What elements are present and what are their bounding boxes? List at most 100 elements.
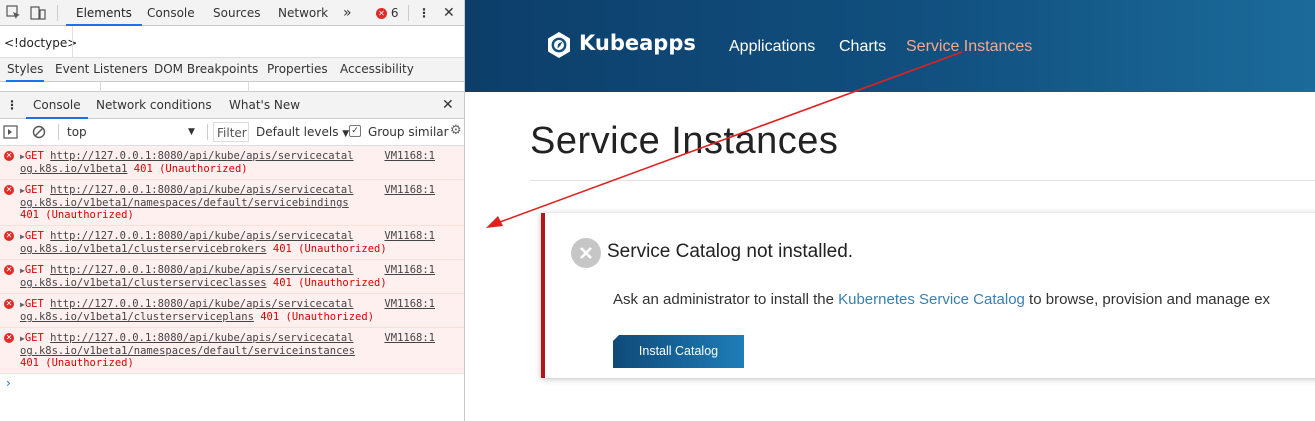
request-url[interactable]: http://127.0.0.1:8080/api/kube/apis/serv… <box>50 230 353 242</box>
elements-subtabs: Styles Event Listeners DOM Breakpoints P… <box>0 58 464 82</box>
tab-console[interactable]: Console <box>147 0 195 26</box>
tab-elements[interactable]: Elements <box>66 0 142 26</box>
alert-message: Ask an administrator to install the Kube… <box>613 291 1270 308</box>
tab-network[interactable]: Network <box>278 0 328 26</box>
screenshot-root: Elements Console Sources Network » ✕ 6 ⋮… <box>0 0 1315 421</box>
console-error-row[interactable]: ✕ ▶GET http://127.0.0.1:8080/api/kube/api… <box>0 180 464 226</box>
service-catalog-link[interactable]: Kubernetes Service Catalog <box>838 291 1025 308</box>
source-location-link[interactable]: VM1168:1 <box>384 264 435 276</box>
response-status: 401 (Unauthorized) <box>20 209 134 221</box>
toolbar-separator <box>207 124 208 140</box>
request-url-cont[interactable]: og.k8s.io/v1beta1/namespaces/default/ser… <box>20 345 355 357</box>
brand-name[interactable]: Kubeapps <box>579 31 696 55</box>
console-prompt[interactable]: › <box>6 376 11 390</box>
console-error-row[interactable]: ✕ ▶GET http://127.0.0.1:8080/api/kube/api… <box>0 226 464 260</box>
clear-console-icon[interactable] <box>32 125 46 139</box>
subtab-styles[interactable]: Styles <box>6 58 45 82</box>
request-method: GET <box>24 184 44 196</box>
console-toolbar: top ▼ Filter Default levels ▼ ✓ Group si… <box>0 119 464 146</box>
drawer-tab-console[interactable]: Console <box>26 92 88 119</box>
error-circle-icon <box>571 238 601 268</box>
request-url[interactable]: http://127.0.0.1:8080/api/kube/apis/serv… <box>50 332 353 344</box>
request-method: GET <box>24 230 44 242</box>
error-x-icon: ✕ <box>4 265 14 275</box>
subtab-event-listeners[interactable]: Event Listeners <box>55 58 148 82</box>
top-navbar: Kubeapps Applications Charts Service Ins… <box>465 0 1315 92</box>
kubeapps-logo-icon[interactable] <box>545 31 573 59</box>
nav-applications[interactable]: Applications <box>729 38 815 56</box>
request-url-cont[interactable]: og.k8s.io/v1beta1/namespaces/default/ser… <box>20 197 349 209</box>
request-method: GET <box>24 150 44 162</box>
console-error-row[interactable]: ✕ ▶GET http://127.0.0.1:8080/api/kube/api… <box>0 146 464 180</box>
console-error-row[interactable]: ✕ ▶GET http://127.0.0.1:8080/api/kube/api… <box>0 328 464 374</box>
title-divider <box>530 180 1315 181</box>
error-counter[interactable]: ✕ 6 <box>376 0 398 26</box>
context-selector[interactable]: top <box>67 125 87 139</box>
toolbar-separator <box>58 124 59 140</box>
request-url[interactable]: http://127.0.0.1:8080/api/kube/apis/serv… <box>50 264 353 276</box>
source-location-link[interactable]: VM1168:1 <box>384 150 435 162</box>
error-x-icon: ✕ <box>4 299 14 309</box>
error-x-icon: ✕ <box>4 185 14 195</box>
group-similar-label: Group similar <box>368 125 449 139</box>
page-title: Service Instances <box>530 120 839 162</box>
nav-charts[interactable]: Charts <box>839 38 886 56</box>
log-levels-label: Default levels <box>256 125 339 139</box>
request-url-cont[interactable]: og.k8s.io/v1beta1/clusterservicebrokers <box>20 243 267 255</box>
source-location-link[interactable]: VM1168:1 <box>384 298 435 310</box>
subtab-properties[interactable]: Properties <box>267 58 328 82</box>
install-catalog-button[interactable]: Install Catalog <box>613 335 744 368</box>
request-url[interactable]: http://127.0.0.1:8080/api/kube/apis/serv… <box>50 184 353 196</box>
tab-sources[interactable]: Sources <box>213 0 260 26</box>
drawer-menu-icon[interactable]: ⋮ <box>6 92 18 119</box>
console-error-row[interactable]: ✕ ▶GET http://127.0.0.1:8080/api/kube/api… <box>0 294 464 328</box>
group-similar-checkbox[interactable]: ✓ <box>349 125 361 137</box>
request-url[interactable]: http://127.0.0.1:8080/api/kube/apis/serv… <box>50 150 353 162</box>
request-method: GET <box>24 264 44 276</box>
devtools-panel: Elements Console Sources Network » ✕ 6 ⋮… <box>0 0 465 421</box>
devtools-toolbar: Elements Console Sources Network » ✕ 6 ⋮… <box>0 0 464 26</box>
request-method: GET <box>24 298 44 310</box>
error-badge-icon: ✕ <box>376 8 387 19</box>
context-dropdown-icon[interactable]: ▼ <box>188 127 195 137</box>
inspect-element-icon[interactable] <box>6 5 22 21</box>
drawer-tabbar: ⋮ Console Network conditions What's New … <box>0 92 464 119</box>
source-location-link[interactable]: VM1168:1 <box>384 184 435 196</box>
request-url[interactable]: http://127.0.0.1:8080/api/kube/apis/serv… <box>50 298 353 310</box>
log-levels-dropdown[interactable]: Default levels ▼ <box>256 125 349 139</box>
nav-service-instances[interactable]: Service Instances <box>906 38 1032 56</box>
kebab-menu-icon[interactable]: ⋮ <box>418 0 430 26</box>
close-devtools-icon[interactable]: ✕ <box>443 0 455 26</box>
response-status: 401 (Unauthorized) <box>272 277 387 289</box>
source-location-link[interactable]: VM1168:1 <box>384 230 435 242</box>
response-status: 401 (Unauthorized) <box>260 311 375 323</box>
kubeapps-page: Kubeapps Applications Charts Service Ins… <box>465 0 1315 421</box>
pane-divider <box>72 26 73 58</box>
request-method: GET <box>24 332 44 344</box>
drawer-tab-whats-new[interactable]: What's New <box>229 92 300 119</box>
request-url-cont[interactable]: og.k8s.io/v1beta1/clusterserviceplans <box>20 311 254 323</box>
source-location-link[interactable]: VM1168:1 <box>384 332 435 344</box>
error-count: 6 <box>390 6 399 20</box>
toolbar-separator <box>408 5 409 21</box>
alert-message-suffix: to browse, provision and manage ex <box>1024 291 1271 308</box>
error-x-icon: ✕ <box>4 333 14 343</box>
alert-title: Service Catalog not installed. <box>607 241 854 262</box>
styles-pane-strip <box>0 82 464 92</box>
show-sidebar-icon[interactable] <box>3 125 18 139</box>
console-error-row[interactable]: ✕ ▶GET http://127.0.0.1:8080/api/kube/api… <box>0 260 464 294</box>
subtab-dom-breakpoints[interactable]: DOM Breakpoints <box>154 58 258 82</box>
elements-dom-row: <!doctype> <box>0 26 464 58</box>
subtab-accessibility[interactable]: Accessibility <box>340 58 414 82</box>
alert-message-prefix: Ask an administrator to install the <box>613 291 839 308</box>
close-drawer-icon[interactable]: ✕ <box>442 92 454 119</box>
console-settings-gear-icon[interactable]: ⚙ <box>450 123 462 138</box>
drawer-tab-network-conditions[interactable]: Network conditions <box>96 92 212 119</box>
request-url-cont[interactable]: og.k8s.io/v1beta1 <box>20 163 127 175</box>
console-filter-input[interactable]: Filter <box>213 122 249 142</box>
error-x-icon: ✕ <box>4 231 14 241</box>
device-toolbar-icon[interactable] <box>30 5 46 21</box>
more-tabs-button[interactable]: » <box>343 0 352 26</box>
doctype-node[interactable]: <!doctype> <box>4 36 77 50</box>
request-url-cont[interactable]: og.k8s.io/v1beta1/clusterserviceclasses <box>20 277 267 289</box>
